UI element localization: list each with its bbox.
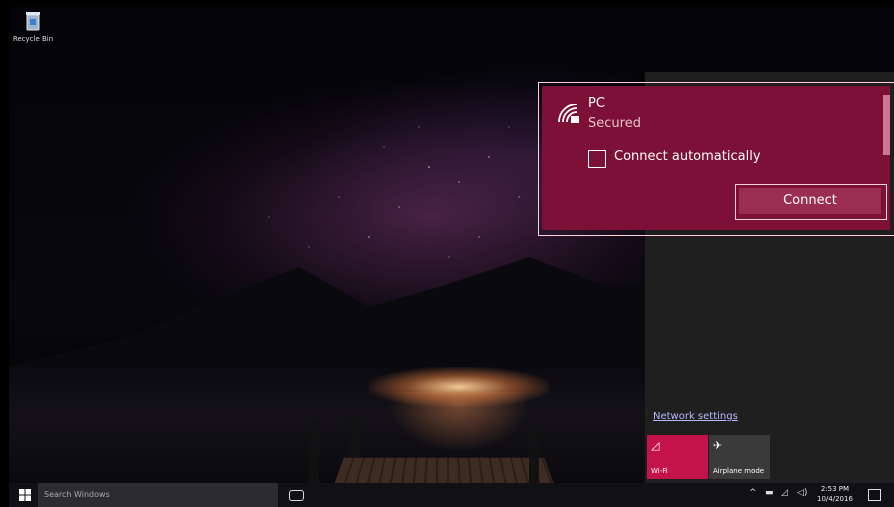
clock-date: 10/4/2016 (817, 495, 853, 503)
desktop: Recycle Bin Network settings ◿ Wi-Fi ✈ A… (9, 7, 894, 507)
chevron-up-icon[interactable]: ^ (749, 488, 757, 498)
wifi-tray-icon[interactable]: ◿ (781, 488, 788, 498)
airplane-icon: ✈ (713, 439, 723, 452)
connect-automatically-checkbox[interactable] (588, 150, 606, 168)
task-view-icon[interactable] (289, 490, 304, 501)
windows-start-icon[interactable] (19, 489, 31, 501)
clock-time: 2:53 PM (820, 485, 850, 493)
wifi-tile[interactable]: ◿ Wi-Fi (647, 435, 708, 479)
connect-automatically-label[interactable]: Connect automatically (614, 149, 761, 164)
wifi-tile-label: Wi-Fi (651, 467, 668, 475)
network-name: PC (588, 96, 605, 111)
volume-icon[interactable]: ◁) (797, 488, 807, 498)
recycle-bin-icon (24, 11, 42, 31)
clock[interactable]: 2:53 PM 10/4/2016 (817, 484, 853, 504)
connect-button[interactable]: Connect (739, 188, 881, 214)
network-settings-link[interactable]: Network settings (653, 411, 738, 422)
airplane-tile-label: Airplane mode (713, 467, 765, 475)
wooden-dock (333, 457, 555, 486)
airplane-mode-tile[interactable]: ✈ Airplane mode (709, 435, 770, 479)
battery-icon[interactable]: ▬ (765, 488, 774, 498)
wifi-secured-icon (558, 104, 579, 123)
action-center-icon[interactable] (868, 489, 881, 501)
recycle-bin-shortcut[interactable]: Recycle Bin (9, 11, 57, 43)
search-box[interactable]: Search Windows (38, 483, 278, 507)
wifi-icon: ◿ (651, 439, 660, 452)
recycle-bin-label: Recycle Bin (12, 35, 54, 43)
network-popup: PC Secured Connect automatically Connect (542, 86, 890, 230)
taskbar: Search Windows ^ ▬ ◿ ◁) 2:53 PM 10/4/201… (9, 483, 894, 507)
network-status: Secured (588, 116, 641, 131)
popup-scrollbar[interactable] (883, 95, 890, 155)
